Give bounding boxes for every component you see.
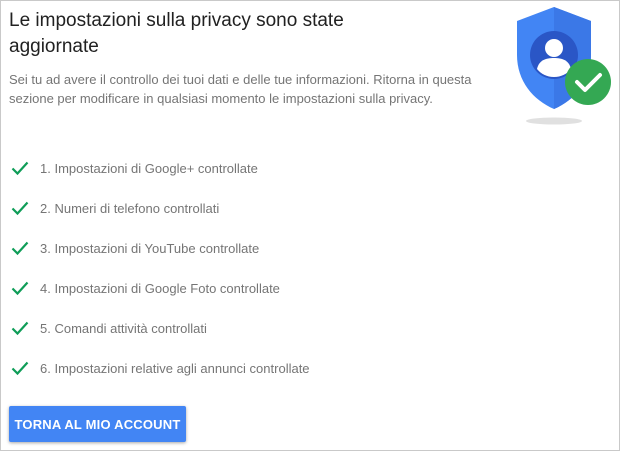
list-item: 6. Impostazioni relative agli annunci co… — [1, 349, 521, 389]
page-title: Le impostazioni sulla privacy sono state… — [9, 10, 344, 57]
checkmark-icon — [11, 160, 29, 176]
checkmark-icon — [11, 320, 29, 336]
shield-user-check-icon — [501, 3, 620, 133]
list-item-label: 4. Impostazioni di Google Foto controlla… — [40, 281, 280, 296]
list-item: 1. Impostazioni di Google+ controllate — [1, 149, 521, 189]
list-item-label: 1. Impostazioni di Google+ controllate — [40, 161, 258, 176]
list-item: 4. Impostazioni di Google Foto controlla… — [1, 269, 521, 309]
checkmark-icon — [11, 280, 29, 296]
list-item-label: 6. Impostazioni relative agli annunci co… — [40, 361, 310, 376]
list-item: 2. Numeri di telefono controllati — [1, 189, 521, 229]
checkmark-icon — [11, 360, 29, 376]
list-item-label: 2. Numeri di telefono controllati — [40, 201, 220, 216]
checkmark-icon — [11, 240, 29, 256]
checkmark-icon — [11, 200, 29, 216]
privacy-updated-card: Le impostazioni sulla privacy sono state… — [0, 0, 620, 451]
list-item: 5. Comandi attività controllati — [1, 309, 521, 349]
checklist: 1. Impostazioni di Google+ controllate 2… — [1, 149, 521, 389]
list-item-label: 5. Comandi attività controllati — [40, 321, 207, 336]
back-to-account-button[interactable]: TORNA AL MIO ACCOUNT — [9, 406, 186, 442]
list-item: 3. Impostazioni di YouTube controllate — [1, 229, 521, 269]
list-item-label: 3. Impostazioni di YouTube controllate — [40, 241, 260, 256]
page-description: Sei tu ad avere il controllo dei tuoi da… — [9, 72, 472, 106]
